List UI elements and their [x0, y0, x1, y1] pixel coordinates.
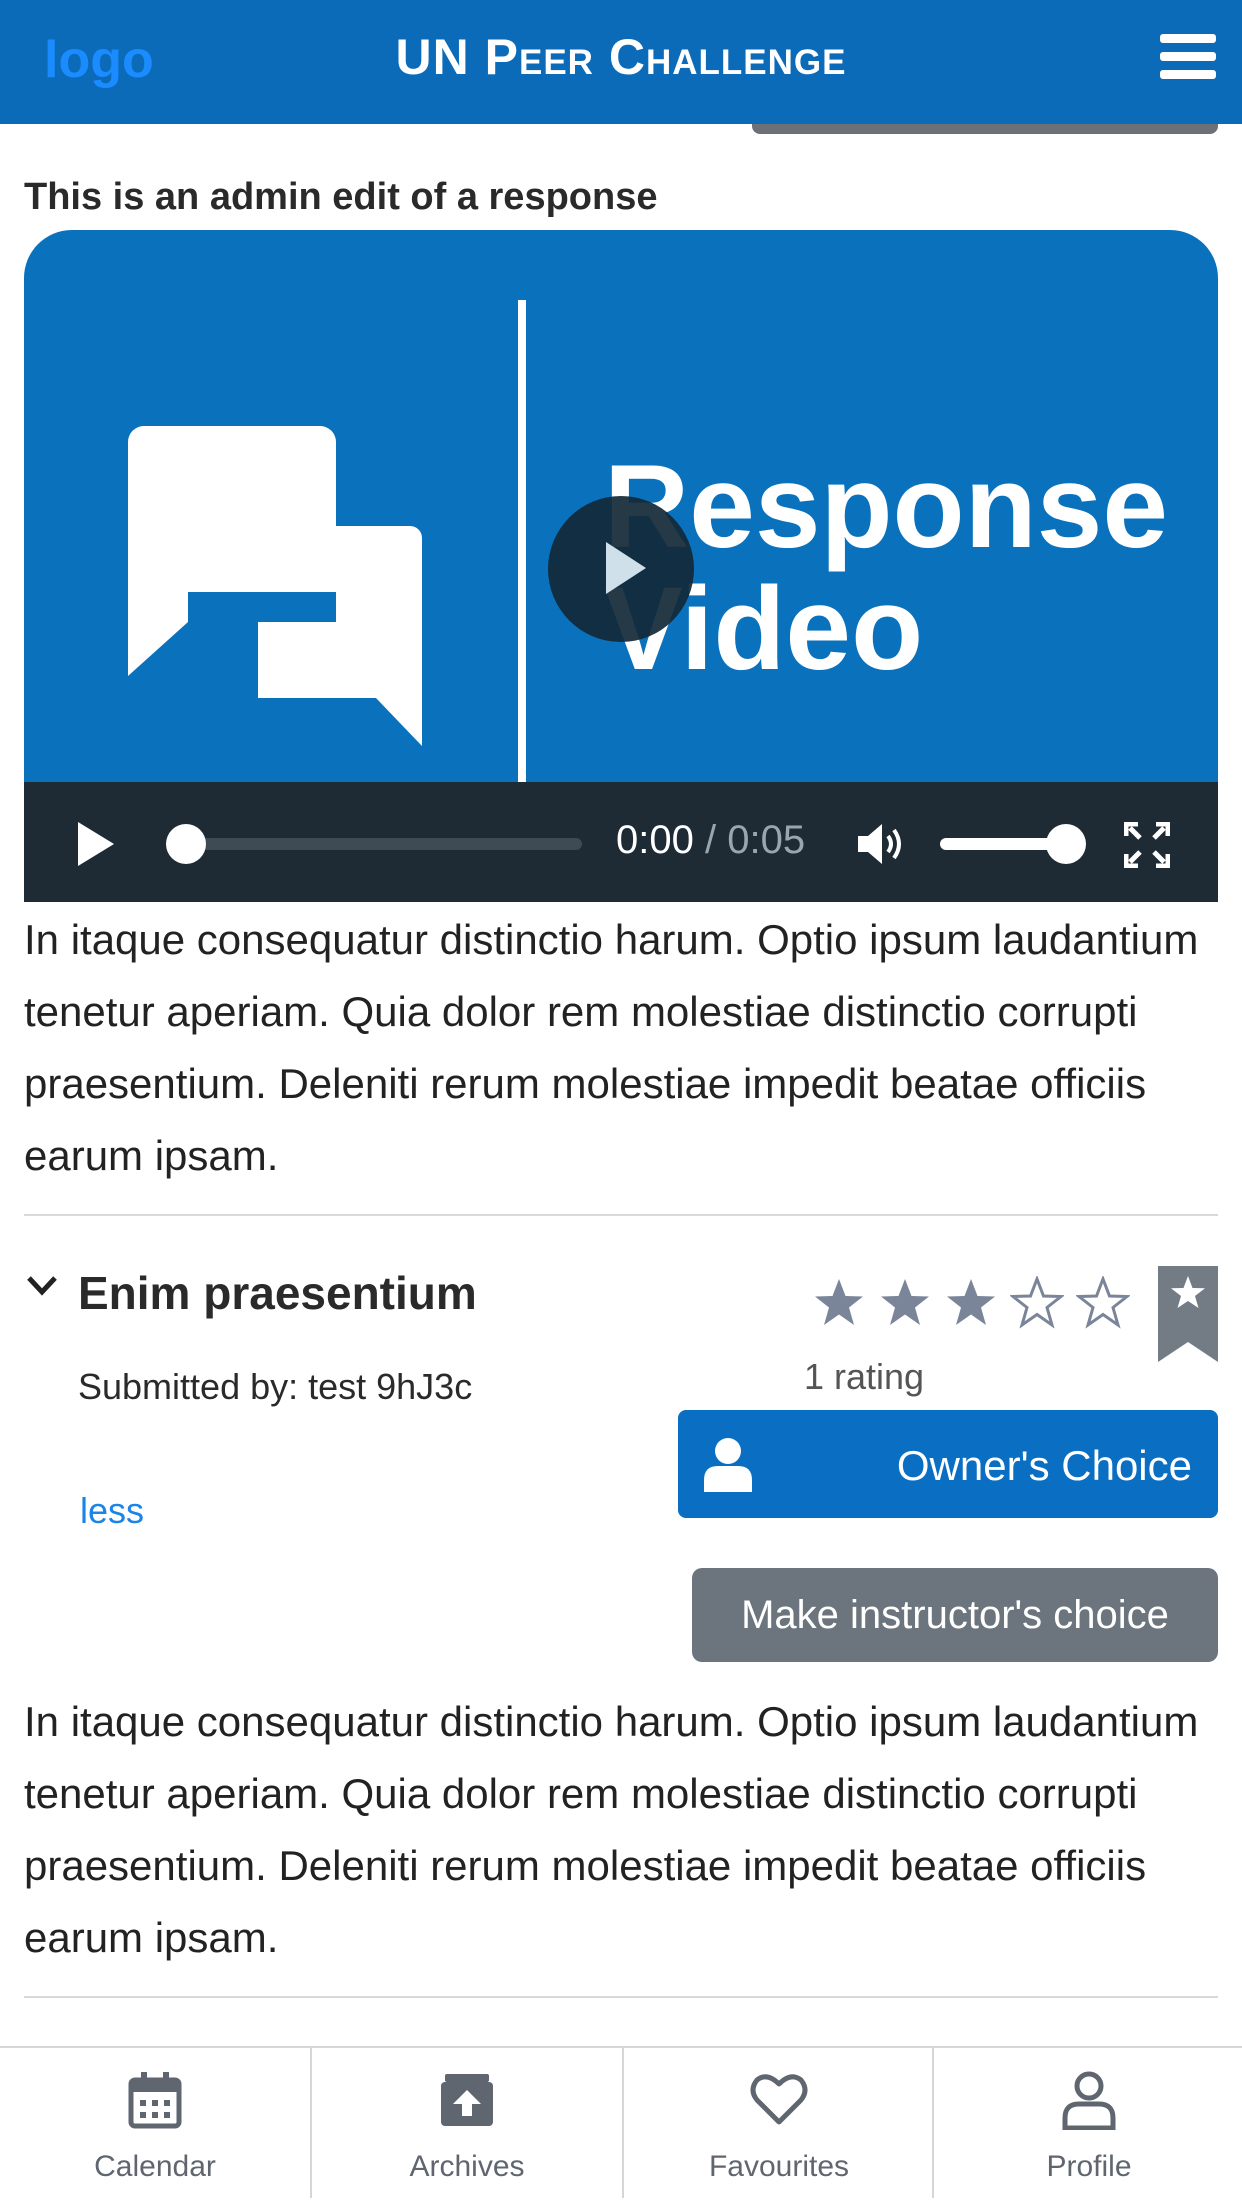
hamburger-menu-icon[interactable] [1160, 34, 1216, 82]
tab-label: Profile [1046, 2150, 1132, 2183]
progress-handle[interactable] [166, 824, 206, 864]
star-empty-icon[interactable] [1010, 1276, 1064, 1330]
tab-label: Calendar [94, 2150, 216, 2183]
time-display: 0:00 / 0:05 [616, 818, 805, 863]
heart-icon [750, 2074, 808, 2125]
divider [24, 1996, 1218, 1998]
archive-icon [441, 2074, 493, 2126]
owners-choice-label: Owner's Choice [896, 1442, 1192, 1489]
rating-count: 1 rating [804, 1356, 925, 1397]
play-icon[interactable] [78, 822, 114, 866]
owners-choice-button[interactable]: Owner's Choice [678, 1410, 1218, 1518]
volume-handle[interactable] [1046, 824, 1086, 864]
progress-bar[interactable] [174, 838, 582, 850]
volume-icon[interactable] [856, 820, 908, 868]
star-empty-icon[interactable] [1076, 1276, 1130, 1330]
make-instructors-choice-button[interactable]: Make instructor's choice [692, 1568, 1218, 1662]
star-filled-icon[interactable] [878, 1276, 932, 1330]
app-title: UN Peer Challenge [395, 29, 847, 85]
time-separator: / [704, 818, 717, 862]
divider [24, 1214, 1218, 1216]
poster-divider [518, 300, 526, 830]
tab-calendar[interactable]: Calendar [0, 2048, 310, 2208]
video-player[interactable]: Response Video 0:00 / 0:05 [24, 230, 1218, 902]
chat-bubbles-icon [128, 426, 422, 746]
less-link[interactable]: less [80, 1490, 144, 1532]
partially-hidden-button[interactable] [752, 124, 1218, 134]
video-controls: 0:00 / 0:05 [24, 782, 1218, 902]
tab-label: Favourites [708, 2150, 850, 2183]
tab-profile[interactable]: Profile [934, 2048, 1242, 2208]
duration: 0:05 [727, 818, 806, 862]
big-play-button[interactable] [548, 496, 694, 642]
response-description: In itaque consequatur distinctio harum. … [24, 916, 1199, 1179]
star-filled-icon[interactable] [944, 1276, 998, 1330]
bottom-tab-bar: Calendar Archives Favourites Profile [0, 2046, 1242, 2208]
tab-favourites[interactable]: Favourites [624, 2048, 934, 2208]
user-icon [704, 1438, 752, 1492]
response-body: In itaque consequatur distinctio harum. … [24, 1698, 1199, 1961]
section-heading: This is an admin edit of a response [24, 176, 658, 218]
chevron-down-icon[interactable] [26, 1274, 58, 1298]
tab-label: Archives [409, 2150, 525, 2183]
user-icon [1062, 2071, 1116, 2130]
app-header: logo UN Peer Challenge [0, 0, 1242, 124]
bookmark-star-icon[interactable] [1158, 1266, 1218, 1362]
tab-archives[interactable]: Archives [312, 2048, 622, 2208]
current-time: 0:00 [616, 818, 694, 862]
response-title[interactable]: Enim praesentium [78, 1266, 477, 1320]
fullscreen-icon[interactable] [1124, 822, 1170, 868]
calendar-icon [128, 2072, 182, 2129]
submitted-by: Submitted by: test 9hJ3c [78, 1366, 473, 1407]
star-filled-icon[interactable] [812, 1276, 866, 1330]
